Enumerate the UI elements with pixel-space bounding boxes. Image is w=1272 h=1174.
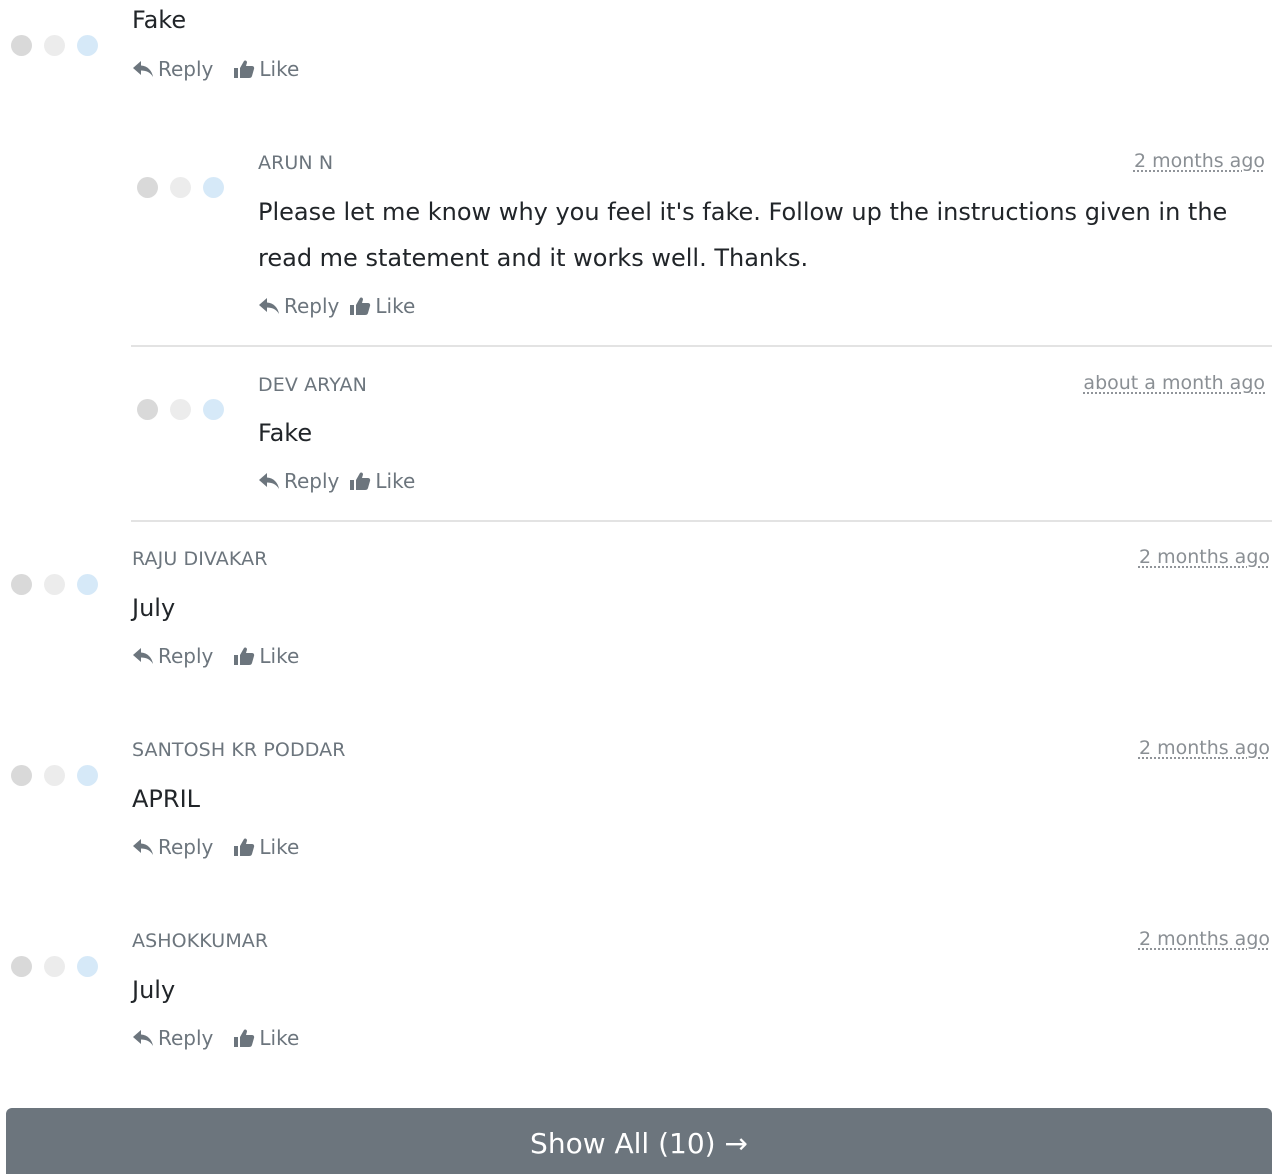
comment-actions: Reply Like (132, 644, 299, 668)
avatar-dot (170, 177, 191, 198)
reply-label: Reply (284, 294, 339, 318)
comment-divider (131, 520, 1272, 522)
comment-actions: Reply Like (132, 1026, 299, 1050)
comment-timestamp[interactable]: about a month ago (1083, 372, 1265, 394)
avatar-dot (77, 956, 98, 977)
avatar-dot (77, 765, 98, 786)
avatar-dot (77, 35, 98, 56)
avatar-placeholder (11, 35, 98, 56)
like-button[interactable]: Like (233, 1026, 299, 1050)
reply-label: Reply (284, 469, 339, 493)
avatar-dot (203, 177, 224, 198)
avatar-dot (11, 35, 32, 56)
comment-text: July (132, 967, 175, 1013)
like-button[interactable]: Like (349, 469, 415, 493)
avatar-placeholder (137, 399, 224, 420)
avatar-dot (44, 35, 65, 56)
comment-divider (131, 345, 1272, 347)
avatar-dot (203, 399, 224, 420)
thumbs-up-icon (233, 59, 255, 79)
reply-arrow-icon (132, 1029, 154, 1047)
reply-button[interactable]: Reply (132, 1026, 213, 1050)
like-label: Like (259, 644, 299, 668)
avatar-dot (137, 399, 158, 420)
like-label: Like (375, 294, 415, 318)
comment-actions: Reply Like (258, 469, 415, 493)
show-all-button[interactable]: Show All (10) → (6, 1108, 1272, 1174)
reply-label: Reply (158, 1026, 213, 1050)
like-label: Like (259, 1026, 299, 1050)
avatar-placeholder (11, 765, 98, 786)
avatar-placeholder (11, 574, 98, 595)
reply-button[interactable]: Reply (132, 835, 213, 859)
like-label: Like (259, 835, 299, 859)
comment-text: Fake (132, 0, 186, 43)
avatar-placeholder (137, 177, 224, 198)
reply-button[interactable]: Reply (258, 294, 339, 318)
comment-text: APRIL (132, 776, 200, 822)
reply-button[interactable]: Reply (132, 57, 213, 81)
comment-author: DEV ARYAN (258, 374, 367, 396)
reply-button[interactable]: Reply (258, 469, 339, 493)
comment-text: Fake (258, 410, 312, 456)
reply-arrow-icon (258, 472, 280, 490)
thumbs-up-icon (233, 1028, 255, 1048)
like-button[interactable]: Like (233, 644, 299, 668)
comment-actions: Reply Like (132, 57, 299, 81)
avatar-dot (170, 399, 191, 420)
reply-label: Reply (158, 835, 213, 859)
reply-label: Reply (158, 644, 213, 668)
reply-arrow-icon (132, 60, 154, 78)
comment-timestamp[interactable]: 2 months ago (1134, 150, 1265, 172)
like-label: Like (375, 469, 415, 493)
avatar-dot (11, 574, 32, 595)
comment-timestamp[interactable]: 2 months ago (1139, 737, 1270, 759)
thumbs-up-icon (233, 646, 255, 666)
like-label: Like (259, 57, 299, 81)
reply-arrow-icon (132, 838, 154, 856)
like-button[interactable]: Like (349, 294, 415, 318)
avatar-dot (44, 956, 65, 977)
avatar-dot (44, 574, 65, 595)
avatar-dot (77, 574, 98, 595)
like-button[interactable]: Like (233, 57, 299, 81)
thumbs-up-icon (349, 471, 371, 491)
thumbs-up-icon (233, 837, 255, 857)
comment-timestamp[interactable]: 2 months ago (1139, 546, 1270, 568)
comment-actions: Reply Like (258, 294, 415, 318)
reply-label: Reply (158, 57, 213, 81)
like-button[interactable]: Like (233, 835, 299, 859)
reply-arrow-icon (258, 297, 280, 315)
reply-arrow-icon (132, 647, 154, 665)
avatar-dot (44, 765, 65, 786)
avatar-dot (11, 956, 32, 977)
avatar-dot (11, 765, 32, 786)
avatar-placeholder (11, 956, 98, 977)
comment-author: SANTOSH KR PODDAR (132, 739, 346, 761)
show-all-label: Show All (10) → (530, 1127, 748, 1160)
comment-actions: Reply Like (132, 835, 299, 859)
thumbs-up-icon (349, 296, 371, 316)
comment-text: July (132, 585, 175, 631)
comment-text: Please let me know why you feel it's fak… (258, 189, 1258, 281)
comment-author: ARUN N (258, 152, 333, 174)
comment-timestamp[interactable]: 2 months ago (1139, 928, 1270, 950)
avatar-dot (137, 177, 158, 198)
reply-button[interactable]: Reply (132, 644, 213, 668)
comment-author: RAJU DIVAKAR (132, 548, 268, 570)
comment-author: ASHOKKUMAR (132, 930, 268, 952)
